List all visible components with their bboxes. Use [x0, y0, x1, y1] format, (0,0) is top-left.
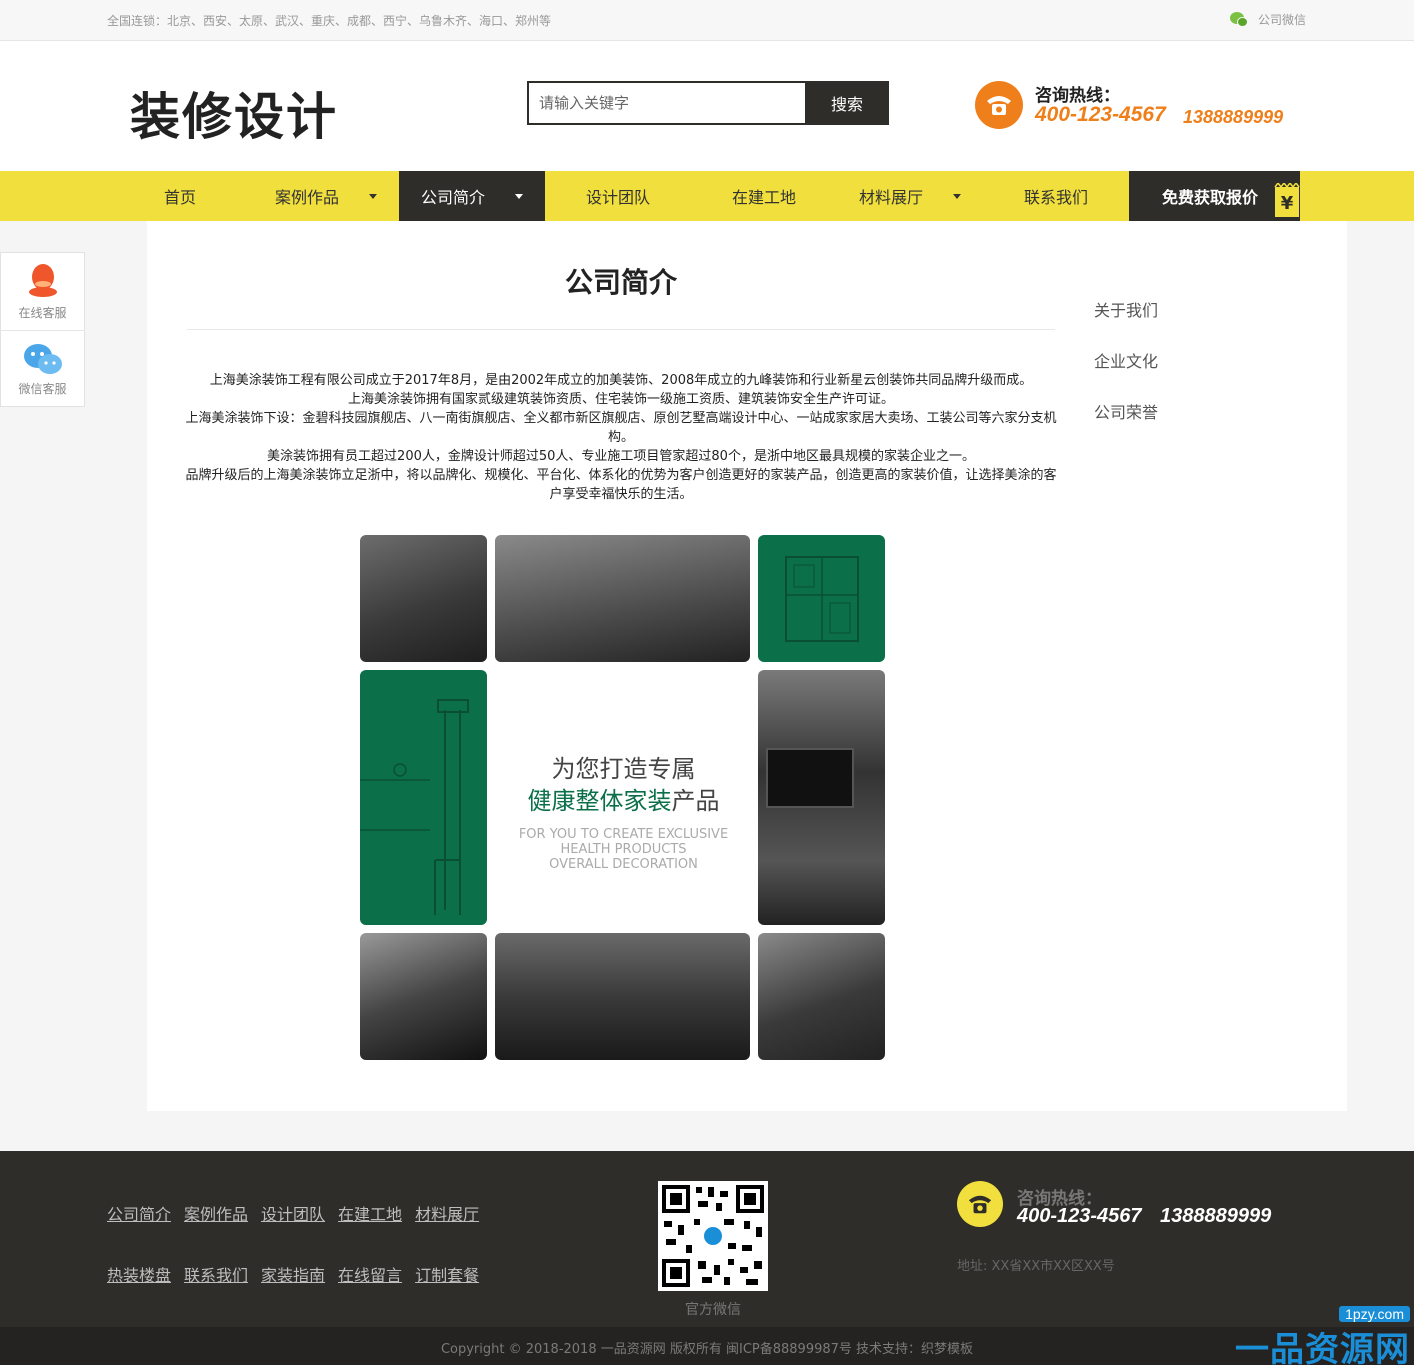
- caret-down-icon: [515, 193, 523, 199]
- free-quote-button[interactable]: 免费获取报价 ¥: [1129, 171, 1300, 221]
- watermark-brand: 一品资源网: [1235, 1330, 1410, 1365]
- slogan-line1: 为您打造专属: [551, 755, 696, 783]
- chain-cities-text: 全国连锁：北京、西安、太原、武汉、重庆、成都、西宁、乌鲁木齐、海口、郑州等: [107, 14, 552, 28]
- wechat-icon: [23, 343, 62, 374]
- site-watermark-logo: 1pzy.com 一品资源网: [1200, 1306, 1410, 1365]
- footer-link[interactable]: 公司简介: [107, 1201, 171, 1225]
- top-bar: 全国连锁：北京、西安、太原、武汉、重庆、成都、西宁、乌鲁木齐、海口、郑州等 公司…: [0, 0, 1414, 41]
- nav-item-label: 在建工地: [731, 188, 796, 207]
- search-input[interactable]: [527, 81, 805, 125]
- sidemenu-item-about-us[interactable]: 关于我们: [1094, 297, 1158, 348]
- footer-link[interactable]: 热装楼盘: [107, 1262, 171, 1286]
- title-divider: [187, 329, 1055, 330]
- side-float-panel: 在线客服 微信客服: [0, 252, 85, 407]
- nav-item-label: 材料展厅: [858, 188, 923, 207]
- main-content: 公司简介 上海美涂装饰工程有限公司成立于2017年8月，是由2002年成立的加美…: [147, 221, 1347, 1111]
- footer-link[interactable]: 材料展厅: [415, 1201, 479, 1225]
- collage-photo-lounge: [495, 933, 750, 1060]
- nav-item-materials[interactable]: 材料展厅: [837, 171, 983, 221]
- phone-icon: [975, 81, 1023, 129]
- qq-icon: [28, 264, 57, 297]
- caret-down-icon: [953, 193, 961, 199]
- collage-floorplan-green: [758, 535, 885, 662]
- footer-hotline-mobile: 1388889999: [1160, 1205, 1272, 1227]
- collage-photo-living-room: [495, 535, 750, 662]
- online-service-label: 在线客服: [18, 306, 67, 320]
- nav-item-label: 设计团队: [585, 188, 650, 207]
- collage-photo-bathroom: [758, 933, 885, 1060]
- search-box: 搜索: [527, 81, 889, 125]
- slogan-english: FOR YOU TO CREATE EXCLUSIVE HEALTH PRODU…: [518, 827, 729, 872]
- main-nav: 首页 案例作品 公司简介 设计团队 在建工地 材料展厅 联系我们 免费获取报价 …: [0, 171, 1414, 221]
- collage-photo-lamp: [360, 933, 487, 1060]
- wechat-qr-code: [658, 1181, 768, 1291]
- header-hotline: 咨询热线： 400-123-4567 1388889999: [975, 81, 1305, 141]
- intro-paragraph: 上海美涂装饰拥有国家贰级建筑装饰资质、住宅装饰一级施工资质、建筑装饰安全生产许可…: [347, 392, 894, 407]
- caret-down-icon: [369, 193, 377, 199]
- collage-sketch-green: [360, 670, 487, 925]
- intro-paragraph: 上海美涂装饰下设：金碧科技园旗舰店、八一南街旗舰店、全义都市新区旗舰店、原创艺墅…: [185, 411, 1057, 445]
- footer-link[interactable]: 家装指南: [261, 1262, 325, 1286]
- nav-item-label: 公司简介: [420, 188, 485, 207]
- footer-links: 公司简介 案例作品 设计团队 在建工地 材料展厅 热装楼盘 联系我们 家装指南 …: [107, 1201, 479, 1323]
- qr-caption: 官方微信: [685, 1302, 741, 1318]
- free-quote-label: 免费获取报价: [1162, 188, 1259, 207]
- svg-text:¥: ¥: [1281, 193, 1294, 214]
- sidemenu-item-culture[interactable]: 企业文化: [1094, 348, 1158, 399]
- nav-item-team[interactable]: 设计团队: [545, 171, 691, 221]
- footer-link[interactable]: 案例作品: [184, 1201, 248, 1225]
- company-intro: 上海美涂装饰工程有限公司成立于2017年8月，是由2002年成立的加美装饰、20…: [185, 371, 1057, 504]
- company-wechat-link[interactable]: 公司微信: [1230, 11, 1306, 28]
- nav-item-home[interactable]: 首页: [107, 171, 253, 221]
- footer: 公司简介 案例作品 设计团队 在建工地 材料展厅 热装楼盘 联系我们 家装指南 …: [0, 1151, 1414, 1327]
- sidemenu-item-honors[interactable]: 公司荣誉: [1094, 399, 1158, 450]
- nav-item-about[interactable]: 公司简介: [399, 171, 545, 221]
- footer-phone-icon: [957, 1181, 1003, 1227]
- collage-photo-tv-wall: [758, 670, 885, 925]
- footer-hotline-number: 400-123-4567: [1017, 1205, 1142, 1227]
- nav-item-sites[interactable]: 在建工地: [691, 171, 837, 221]
- collage-photo-kitchen: [360, 535, 487, 662]
- page-title: 公司简介: [564, 266, 677, 299]
- footer-link[interactable]: 订制套餐: [415, 1262, 479, 1286]
- intro-paragraph: 美涂装饰拥有员工超过200人，金牌设计师超过50人、专业施工项目管家超过80个，…: [267, 449, 975, 464]
- footer-address: 地址: XX省XX市XX区XX号: [957, 1259, 1115, 1274]
- nav-item-label: 首页: [163, 188, 196, 207]
- decoration-collage: 为您打造专属 健康整体家装产品 FOR YOU TO CREATE EXCLUS…: [360, 535, 886, 1061]
- hotline-mobile: 1388889999: [1183, 107, 1284, 127]
- watermark-domain: 1pzy.com: [1339, 1306, 1410, 1322]
- nav-item-label: 案例作品: [274, 188, 339, 207]
- footer-link[interactable]: 联系我们: [184, 1262, 248, 1286]
- company-wechat-label: 公司微信: [1258, 13, 1307, 27]
- nav-item-label: 联系我们: [1023, 188, 1088, 207]
- about-side-menu: 关于我们 企业文化 公司荣誉: [1094, 297, 1158, 450]
- nav-item-contact[interactable]: 联系我们: [983, 171, 1129, 221]
- online-service-button[interactable]: 在线客服: [1, 253, 84, 330]
- footer-link[interactable]: 在线留言: [338, 1262, 402, 1286]
- wechat-service-button[interactable]: 微信客服: [1, 330, 84, 407]
- nav-item-cases[interactable]: 案例作品: [253, 171, 399, 221]
- site-logo[interactable]: 装修设计: [130, 77, 338, 149]
- intro-paragraph: 品牌升级后的上海美涂装饰立足浙中，将以品牌化、规模化、平台化、体系化的优势为客户…: [185, 468, 1057, 502]
- slogan-line2: 健康整体家装产品: [527, 787, 720, 815]
- price-tag-icon: ¥: [1274, 181, 1300, 217]
- collage-slogan: 为您打造专属 健康整体家装产品 FOR YOU TO CREATE EXCLUS…: [495, 675, 752, 925]
- wechat-service-label: 微信客服: [18, 381, 67, 396]
- footer-link[interactable]: 设计团队: [261, 1201, 325, 1225]
- intro-paragraph: 上海美涂装饰工程有限公司成立于2017年8月，是由2002年成立的加美装饰、20…: [209, 373, 1033, 388]
- header: 装修设计 搜索 咨询热线： 400-123-4567 1388889999: [0, 41, 1414, 171]
- footer-link[interactable]: 在建工地: [338, 1201, 402, 1225]
- search-button[interactable]: 搜索: [805, 81, 889, 125]
- wechat-icon: [1230, 11, 1248, 28]
- hotline-number: 400-123-4567: [1035, 103, 1166, 126]
